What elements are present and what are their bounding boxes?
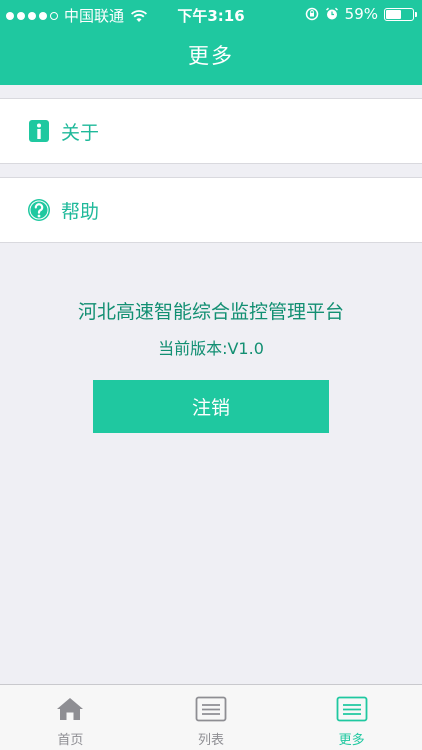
list-icon: [195, 695, 227, 723]
tab-bar: 首页 列表 更多: [0, 684, 422, 750]
menu-item-label: 关于: [61, 121, 100, 144]
home-icon: [54, 695, 86, 723]
tab-home[interactable]: 首页: [0, 685, 141, 750]
menu-item-about[interactable]: 关于: [0, 98, 422, 164]
app-name: 河北高速智能综合监控管理平台: [77, 301, 344, 323]
tab-label: 列表: [198, 733, 225, 748]
battery-percent: 59%: [344, 5, 378, 23]
logout-button[interactable]: 注销: [93, 380, 329, 433]
more-list-icon: [336, 695, 368, 723]
menu-item-help[interactable]: 帮助: [0, 177, 422, 243]
menu-item-label: 帮助: [61, 200, 100, 223]
tab-label: 更多: [338, 733, 365, 748]
info-icon: [27, 119, 51, 143]
tab-label: 首页: [57, 733, 84, 748]
page-title: 更多: [188, 44, 234, 68]
more-screen: 中国联通 下午3:16 59% 更多 关于 帮助 河北高速智能综合监控管理平台 …: [0, 0, 422, 750]
header: 中国联通 下午3:16 59% 更多: [0, 0, 422, 85]
tab-list[interactable]: 列表: [141, 685, 282, 750]
tab-more[interactable]: 更多: [281, 685, 422, 750]
app-version: 当前版本:V1.0: [158, 339, 264, 358]
status-bar: 中国联通 下午3:16 59%: [0, 0, 422, 29]
battery-icon: [384, 7, 417, 21]
rotation-lock-icon: [305, 7, 318, 21]
alarm-clock-icon: [325, 7, 338, 20]
status-right: 59%: [305, 5, 417, 23]
question-circle-icon: [27, 198, 51, 222]
